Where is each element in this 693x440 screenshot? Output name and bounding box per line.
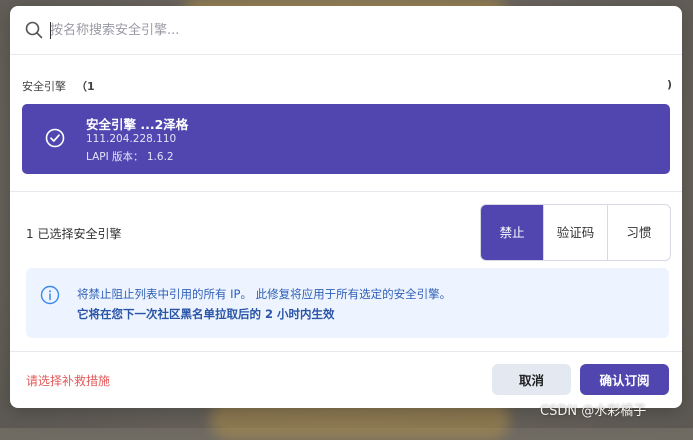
subscribe-engine-dialog: 安全引擎 （1 ) 安全引擎 ...2泽格 111.204.228.110 LA… (10, 6, 682, 408)
selected-engine-count: 1 已选择安全引擎 (26, 227, 122, 241)
info-timing-text: 它将在您下一次社区黑名单拉取后的 2 小时内生效 (77, 307, 335, 321)
check-circle-icon (45, 128, 65, 148)
info-notice: 将禁止阻止列表中引用的所有 IP。 此修复将应用于所有选定的安全引擎。 它将在您… (26, 268, 669, 338)
search-bar (10, 6, 682, 55)
info-text: 将禁止阻止列表中引用的所有 IP。 此修复将应用于所有选定的安全引擎。 (77, 287, 452, 301)
search-icon (25, 21, 43, 39)
search-input[interactable] (50, 18, 650, 42)
engine-name: 安全引擎 ...2泽格 (86, 117, 189, 132)
remediation-option-custom[interactable]: 习惯 (606, 205, 670, 260)
engine-version: LAPI 版本： 1.6.2 (86, 151, 174, 163)
footer-divider (10, 351, 682, 352)
group-title: 安全引擎 (22, 80, 66, 93)
engine-group-header[interactable]: 安全引擎 （1 ) (22, 76, 672, 94)
remediation-option-captcha[interactable]: 验证码 (543, 205, 606, 260)
cancel-button[interactable]: 取消 (492, 364, 571, 395)
group-toggle[interactable]: ) (667, 78, 672, 91)
group-count: （1 (76, 80, 95, 93)
info-icon (40, 285, 60, 305)
remediation-selector: 禁止 验证码 习惯 (480, 204, 671, 261)
engine-option-card[interactable]: 安全引擎 ...2泽格 111.204.228.110 LAPI 版本： 1.6… (22, 104, 670, 174)
section-divider (10, 191, 682, 192)
text-cursor (50, 22, 51, 39)
watermark: CSDN @水彩橘子 (540, 404, 647, 419)
confirm-subscribe-button[interactable]: 确认订阅 (580, 364, 669, 395)
validation-warning: 请选择补救措施 (26, 374, 111, 388)
remediation-option-ban[interactable]: 禁止 (481, 205, 544, 260)
engine-ip: 111.204.228.110 (86, 133, 177, 145)
